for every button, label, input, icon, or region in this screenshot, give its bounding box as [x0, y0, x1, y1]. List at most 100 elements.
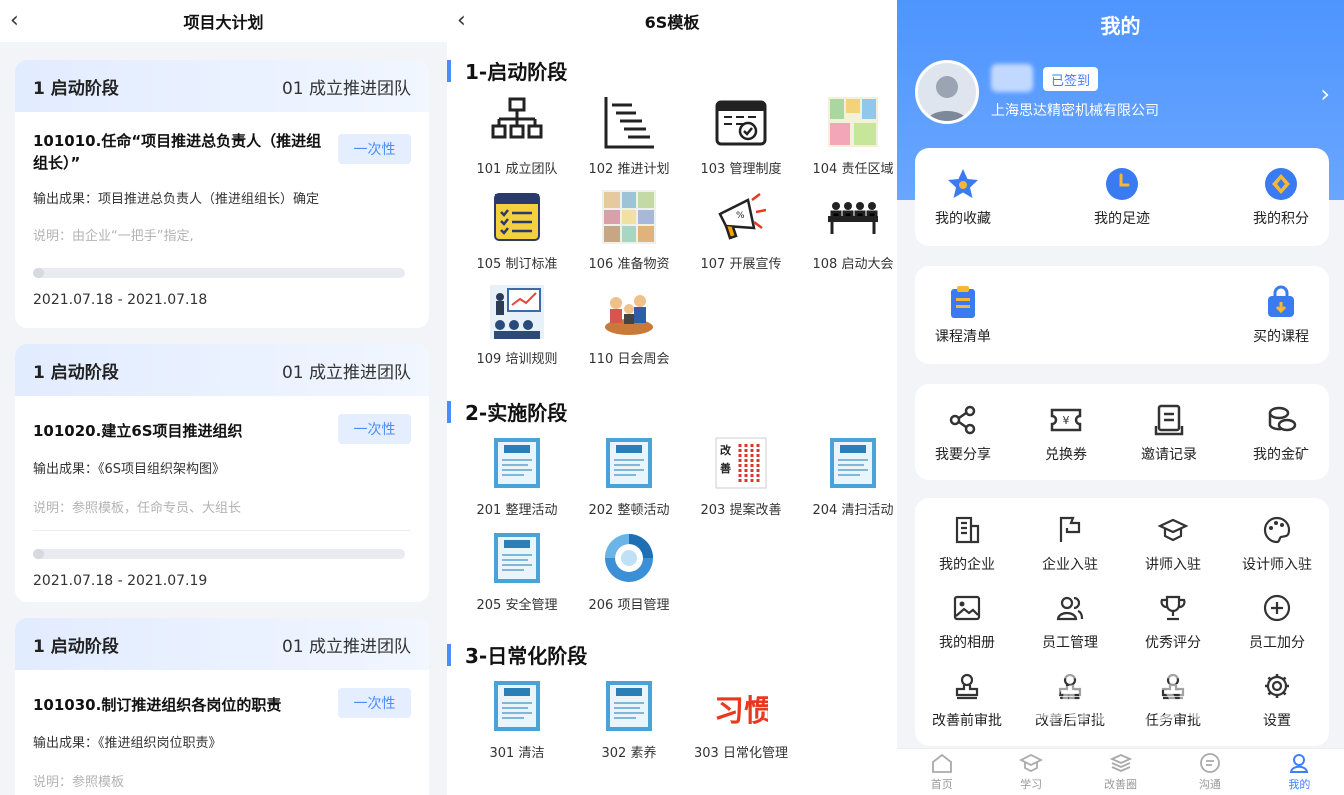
template-label: 107 开展宣传 — [700, 257, 782, 272]
task-card[interactable]: 1 启动阶段 01 成立推进团队 101030.制订推进组织各岗位的职责 一次性… — [15, 618, 429, 795]
user-name-blurred — [991, 64, 1033, 92]
task-title: 101030.制订推进组织各岗位的职责 — [33, 696, 282, 714]
favorites-button[interactable]: 我的收藏 — [913, 166, 1013, 228]
share-icon — [945, 402, 981, 438]
one-time-badge[interactable]: 一次性 — [338, 414, 411, 444]
templates-panel: ‹ 6S模板 1-启动阶段 101 成立团队 102 推进计划 103 管理制度 10… — [447, 0, 897, 795]
template-tile[interactable]: 106 准备物资 — [573, 189, 685, 272]
meeting-icon — [825, 189, 881, 245]
designer-join-button[interactable]: 设计师入驻 — [1227, 512, 1327, 574]
footprints-button[interactable]: 我的足迹 — [1072, 166, 1172, 228]
template-tile[interactable]: 改善 203 提案改善 — [685, 435, 797, 518]
poster-icon — [601, 435, 657, 491]
back-arrow-icon[interactable]: ‹ — [10, 8, 19, 33]
tab-mine[interactable]: 我的 — [1255, 749, 1344, 795]
task-title: 101020.建立6S项目推进组织 — [33, 422, 243, 440]
task-approval-button[interactable]: 任务审批 — [1123, 668, 1223, 730]
svg-text:善: 善 — [720, 461, 731, 475]
template-label: 105 制订标准 — [476, 257, 558, 272]
company-join-button[interactable]: 企业入驻 — [1020, 512, 1120, 574]
task-card[interactable]: 1 启动阶段 01 成立推进团队 101020.建立6S项目推进组织 一次性 输… — [15, 344, 429, 602]
back-arrow-icon[interactable]: ‹ — [457, 8, 466, 33]
section-title: 3-日常化阶段 — [447, 640, 587, 669]
svg-text:¥: ¥ — [1063, 414, 1070, 427]
task-note: 说明：由企业“一把手”指定, — [33, 229, 194, 244]
template-label: 101 成立团队 — [476, 162, 558, 177]
template-grid: 101 成立团队 102 推进计划 103 管理制度 104 责任区域 105 制订标准… — [461, 94, 897, 367]
shopping-bag-icon — [1263, 284, 1299, 320]
template-tile[interactable]: % 107 开展宣传 — [685, 189, 797, 272]
coupon-button[interactable]: ¥ 兑换券 — [1016, 402, 1116, 464]
template-tile[interactable]: 108 启动大会 — [797, 189, 897, 272]
pre-improvement-approval-button[interactable]: 改善前审批 — [917, 668, 1017, 730]
post-improvement-approval-button[interactable]: 改善后审批 — [1020, 668, 1120, 730]
task-note: 说明：参照模板，任命专员、大组长 — [33, 501, 242, 516]
template-tile[interactable]: 110 日会周会 — [573, 284, 685, 367]
template-tile[interactable]: 101 成立团队 — [461, 94, 573, 177]
date-range: 2021.07.18 - 2021.07.18 — [33, 292, 208, 308]
progress-bar — [33, 268, 405, 278]
share-button[interactable]: 我要分享 — [913, 402, 1013, 464]
purchased-courses-button[interactable]: 买的课程 — [1231, 284, 1331, 346]
date-range: 2021.07.18 - 2021.07.19 — [33, 573, 208, 589]
template-label: 103 管理制度 — [700, 162, 782, 177]
section-title: 2-实施阶段 — [447, 397, 567, 426]
proposal-icon: 改善 — [713, 435, 769, 491]
template-tile[interactable]: 206 项目管理 — [573, 530, 685, 613]
clipboard-icon — [945, 284, 981, 320]
tab-chat[interactable]: 沟通 — [1165, 749, 1254, 795]
tab-improvement-circle[interactable]: 改善圈 — [1076, 749, 1165, 795]
team-label: 01 成立推进团队 — [281, 362, 411, 383]
supplies-photo-icon — [601, 189, 657, 245]
one-time-badge[interactable]: 一次性 — [338, 134, 411, 164]
menu-label: 员工加分 — [1249, 635, 1305, 651]
template-label: 301 清洁 — [489, 746, 545, 761]
templates-nav-bar: ‹ 6S模板 — [447, 0, 897, 42]
excellent-rating-button[interactable]: 优秀评分 — [1123, 590, 1223, 652]
gold-mine-button[interactable]: 我的金矿 — [1231, 402, 1331, 464]
settings-button[interactable]: 设置 — [1227, 668, 1327, 730]
menu-label: 员工管理 — [1042, 635, 1098, 651]
my-company-button[interactable]: 我的企业 — [917, 512, 1017, 574]
lecturer-join-button[interactable]: 讲师入驻 — [1123, 512, 1223, 574]
template-tile[interactable]: 202 整顿活动 — [573, 435, 685, 518]
staff-management-button[interactable]: 员工管理 — [1020, 590, 1120, 652]
mortarboard-icon — [1155, 512, 1191, 548]
company-name: 上海思达精密机械有限公司 — [991, 103, 1159, 119]
page-title: 6S模板 — [644, 13, 700, 32]
task-card[interactable]: 1 启动阶段 01 成立推进团队 101010.任命“项目推进总负责人（推进组组… — [15, 60, 429, 328]
template-tile[interactable]: 103 管理制度 — [685, 94, 797, 177]
template-tile[interactable]: 301 清洁 — [461, 678, 573, 761]
template-tile[interactable]: 105 制订标准 — [461, 189, 573, 272]
avatar[interactable] — [915, 60, 979, 124]
layers-icon — [1109, 754, 1132, 772]
task-title: 101010.任命“项目推进总负责人（推进组组长）” — [33, 132, 322, 172]
course-list-button[interactable]: 课程清单 — [913, 284, 1013, 346]
card-header: 1 启动阶段 01 成立推进团队 — [15, 344, 429, 396]
my-album-button[interactable]: 我的相册 — [917, 590, 1017, 652]
menu-label: 改善前审批 — [932, 713, 1002, 729]
template-tile[interactable]: 201 整理活动 — [461, 435, 573, 518]
template-tile[interactable]: 104 责任区域 — [797, 94, 897, 177]
chevron-right-icon[interactable]: › — [1320, 80, 1330, 108]
stage-label: 1 启动阶段 — [33, 362, 119, 383]
tab-home[interactable]: 首页 — [897, 749, 986, 795]
template-tile[interactable]: 109 培训规则 — [461, 284, 573, 367]
team-label: 01 成立推进团队 — [281, 636, 411, 657]
coins-icon — [1263, 402, 1299, 438]
staff-bonus-button[interactable]: 员工加分 — [1227, 590, 1327, 652]
plan-nav-bar: ‹ 项目大计划 — [0, 0, 447, 42]
tab-study[interactable]: 学习 — [986, 749, 1075, 795]
invite-records-button[interactable]: 邀请记录 — [1119, 402, 1219, 464]
template-tile[interactable]: 302 素养 — [573, 678, 685, 761]
template-tile[interactable]: 习惯 303 日常化管理 — [685, 678, 797, 761]
svg-text:改: 改 — [720, 443, 732, 457]
points-button[interactable]: 我的积分 — [1231, 166, 1331, 228]
signed-in-badge[interactable]: 已签到 — [1043, 67, 1099, 91]
svg-text:习惯: 习惯 — [714, 694, 768, 729]
one-time-badge[interactable]: 一次性 — [338, 688, 411, 718]
template-tile[interactable]: 205 安全管理 — [461, 530, 573, 613]
megaphone-icon: % — [713, 189, 769, 245]
template-tile[interactable]: 204 清扫活动 — [797, 435, 897, 518]
template-tile[interactable]: 102 推进计划 — [573, 94, 685, 177]
